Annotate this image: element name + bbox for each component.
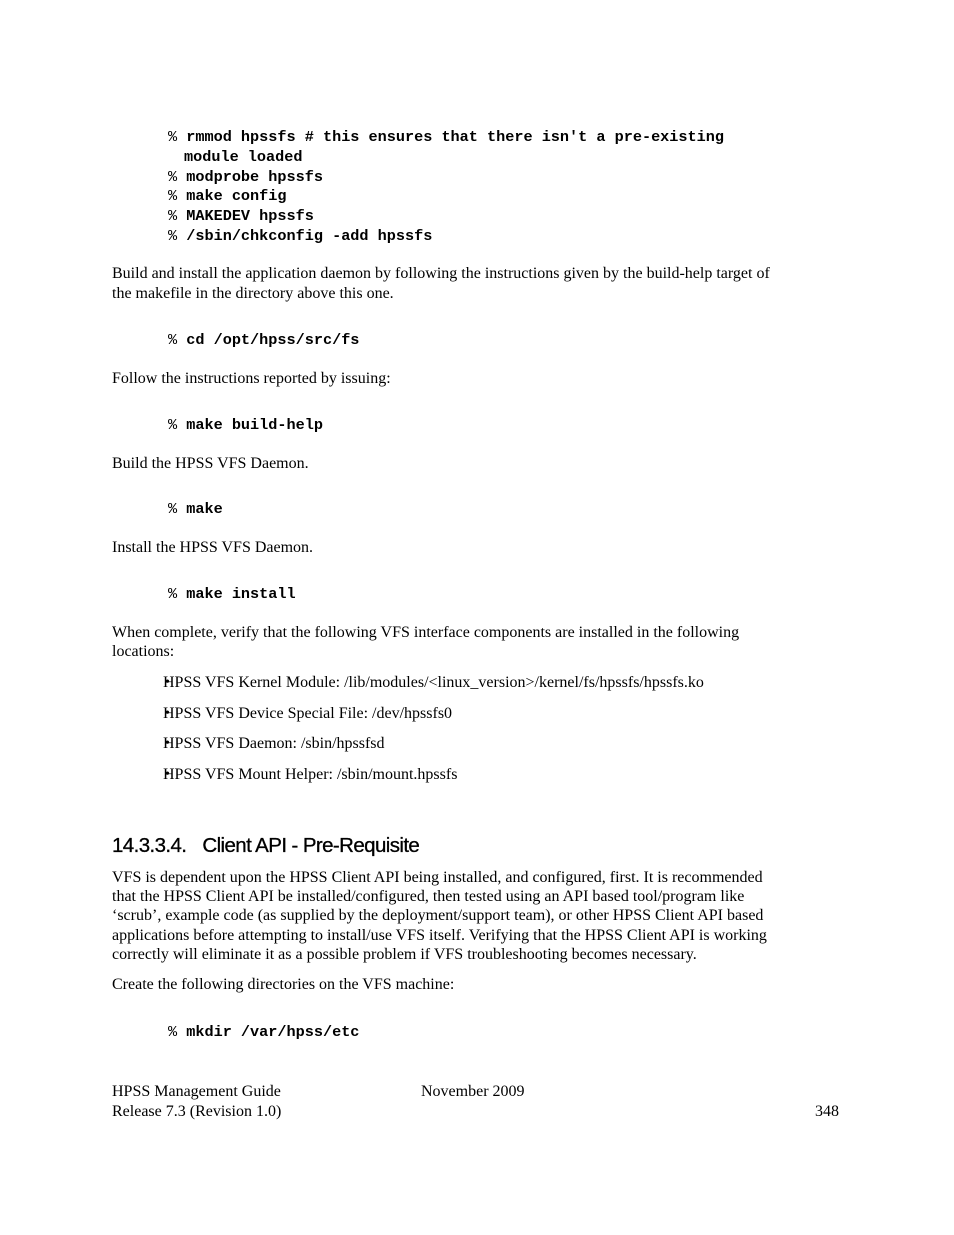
prompt-symbol: % xyxy=(168,1023,178,1041)
list-item: HPSS VFS Mount Helper: /sbin/mount.hpssf… xyxy=(163,766,458,783)
command-text: cd /opt/hpss/src/fs xyxy=(186,331,360,349)
prompt-symbol: % xyxy=(168,585,178,603)
prompt-symbol: % xyxy=(168,416,178,434)
text-line: that the HPSS Client API be installed/co… xyxy=(112,888,745,905)
code-line: % modprobe hpssfs xyxy=(168,168,323,188)
command-text: MAKEDEV hpssfs xyxy=(186,207,314,225)
footer-release: Release 7.3 (Revision 1.0) xyxy=(112,1103,282,1120)
prompt-symbol: % xyxy=(168,128,178,146)
list-item: HPSS VFS Daemon: /sbin/hpssfsd xyxy=(163,735,385,752)
prompt-symbol: % xyxy=(168,331,178,349)
command-text: module loaded xyxy=(184,148,303,166)
code-line-build-help: % make build-help xyxy=(168,416,323,436)
footer-date: November 2009 xyxy=(421,1083,525,1100)
prompt-symbol: % xyxy=(168,227,178,245)
section-title: Client API - Pre-Requisite xyxy=(202,834,420,857)
paragraph-build-daemon: Build the HPSS VFS Daemon. xyxy=(112,455,309,472)
paragraph-create-dirs: Create the following directories on the … xyxy=(112,976,455,993)
text-line: VFS is dependent upon the HPSS Client AP… xyxy=(112,869,763,886)
code-line-cd: % cd /opt/hpss/src/fs xyxy=(168,331,359,351)
list-item: HPSS VFS Kernel Module: /lib/modules/<li… xyxy=(163,674,704,691)
text-line: ‘scrub’, example code (as supplied by th… xyxy=(112,907,764,924)
command-text: make build-help xyxy=(186,416,323,434)
document-page: % rmmod hpssfs # this ensures that there… xyxy=(0,0,954,1235)
page-number: 348 xyxy=(815,1103,839,1120)
code-line-make-install: % make install xyxy=(168,585,296,605)
command-text: modprobe hpssfs xyxy=(186,168,323,186)
paragraph-follow-instructions: Follow the instructions reported by issu… xyxy=(112,370,391,387)
command-text: make config xyxy=(186,187,287,205)
prompt-symbol: % xyxy=(168,168,178,186)
prompt-symbol: % xyxy=(168,500,178,518)
text-line: applications before attempting to instal… xyxy=(112,927,767,944)
code-line: % MAKEDEV hpssfs xyxy=(168,207,314,227)
prompt-symbol: % xyxy=(168,187,178,205)
code-line: module loaded xyxy=(184,148,302,168)
text-line: locations: xyxy=(112,643,175,660)
command-text: /sbin/chkconfig -add hpssfs xyxy=(186,227,433,245)
prompt-symbol: % xyxy=(168,207,178,225)
text-line: Build and install the application daemon… xyxy=(112,265,770,282)
command-text: mkdir /var/hpss/etc xyxy=(186,1023,360,1041)
list-item: HPSS VFS Device Special File: /dev/hpssf… xyxy=(163,705,453,722)
text-line: When complete, verify that the following… xyxy=(112,624,740,641)
section-heading: 14.3.3.4. Client API - Pre-Requisite xyxy=(112,834,420,858)
command-text: make xyxy=(186,500,223,518)
code-line-mkdir: % mkdir /var/hpss/etc xyxy=(168,1023,359,1043)
section-number: 14.3.3.4. xyxy=(112,834,187,857)
code-line: % make config xyxy=(168,187,287,207)
paragraph-install-daemon: Install the HPSS VFS Daemon. xyxy=(112,539,314,556)
footer-title: HPSS Management Guide xyxy=(112,1083,281,1100)
code-line: % rmmod hpssfs # this ensures that there… xyxy=(168,128,724,148)
code-line-make: % make xyxy=(168,500,223,520)
text-line: the makefile in the directory above this… xyxy=(112,285,394,302)
code-line: % /sbin/chkconfig -add hpssfs xyxy=(168,227,432,247)
text-line: correctly will eliminate it as a possibl… xyxy=(112,946,697,963)
command-text: rmmod hpssfs # this ensures that there i… xyxy=(186,128,724,146)
command-text: make install xyxy=(186,585,296,603)
